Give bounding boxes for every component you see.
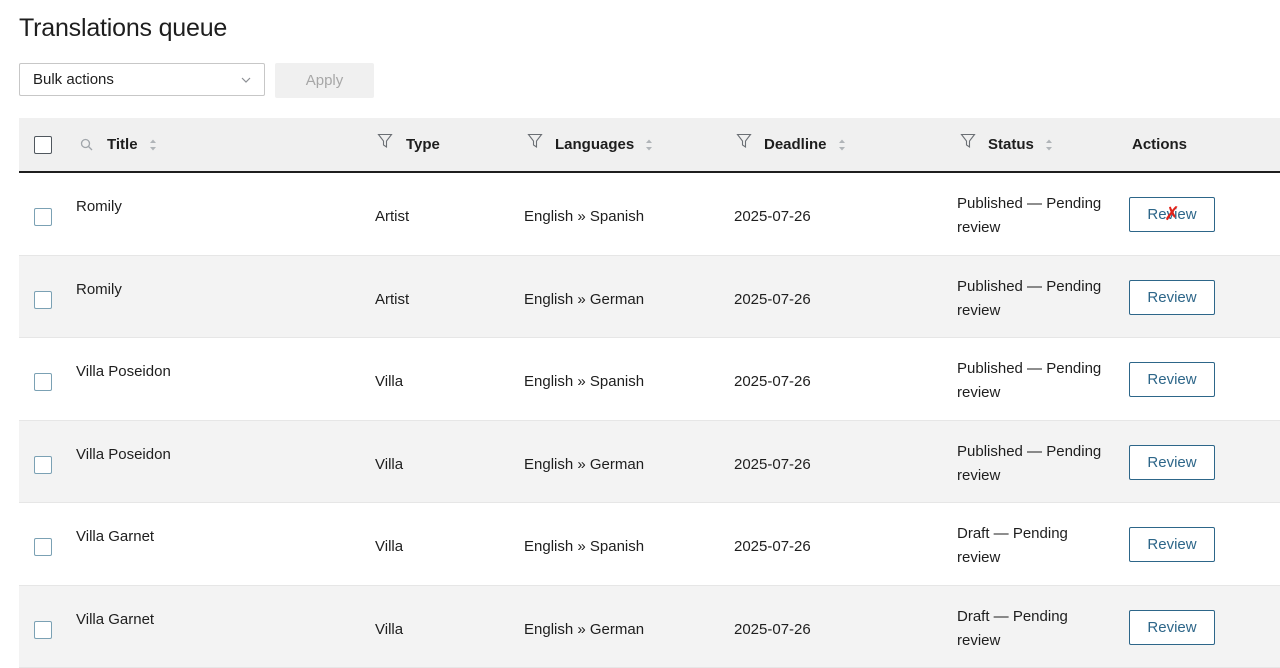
row-status: Draft — Pending review: [957, 605, 1087, 653]
chevron-down-icon: [240, 74, 252, 86]
row-status: Published — Pending review: [957, 440, 1117, 488]
review-button[interactable]: Review: [1129, 610, 1215, 645]
table-row: Villa Garnet Villa English » German 2025…: [19, 586, 1280, 668]
column-type-label: Type: [406, 136, 440, 153]
select-all-checkbox[interactable]: [34, 136, 52, 154]
filter-icon[interactable]: [527, 133, 543, 149]
row-status: Draft — Pending review: [957, 522, 1087, 570]
row-languages: English » German: [524, 291, 644, 308]
translations-table: Title Type Languages Deadline Status Act…: [19, 118, 1280, 668]
filter-icon[interactable]: [736, 133, 752, 149]
column-actions-label: Actions: [1132, 136, 1187, 153]
table-row: Villa Poseidon Villa English » German 20…: [19, 421, 1280, 504]
sort-icon[interactable]: [1044, 137, 1054, 153]
review-button[interactable]: Review: [1129, 362, 1215, 397]
column-title[interactable]: Title: [80, 118, 158, 171]
row-languages: English » Spanish: [524, 208, 644, 225]
row-status: Published — Pending review: [957, 357, 1117, 405]
apply-button[interactable]: Apply: [275, 63, 374, 98]
table-row: Villa Garnet Villa English » Spanish 202…: [19, 503, 1280, 586]
row-title[interactable]: Villa Garnet: [76, 611, 154, 628]
row-deadline: 2025-07-26: [734, 208, 811, 225]
row-type: Villa: [375, 373, 403, 390]
row-checkbox[interactable]: [34, 621, 52, 639]
column-title-label: Title: [107, 136, 138, 153]
filter-icon[interactable]: [960, 133, 976, 149]
row-checkbox[interactable]: [34, 538, 52, 556]
table-row: Romily Artist English » German 2025-07-2…: [19, 256, 1280, 339]
row-deadline: 2025-07-26: [734, 621, 811, 638]
row-languages: English » Spanish: [524, 538, 644, 555]
row-languages: English » German: [524, 456, 644, 473]
row-type: Villa: [375, 621, 403, 638]
review-button[interactable]: Review: [1129, 280, 1215, 315]
sort-icon[interactable]: [148, 137, 158, 153]
row-checkbox[interactable]: [34, 208, 52, 226]
review-button[interactable]: Review: [1129, 445, 1215, 480]
column-status[interactable]: Status: [960, 118, 1054, 171]
column-status-label: Status: [988, 136, 1034, 153]
column-deadline-label: Deadline: [764, 136, 827, 153]
row-deadline: 2025-07-26: [734, 373, 811, 390]
table-row: Villa Poseidon Villa English » Spanish 2…: [19, 338, 1280, 421]
row-type: Artist: [375, 291, 409, 308]
column-languages-label: Languages: [555, 136, 634, 153]
row-deadline: 2025-07-26: [734, 291, 811, 308]
table-row: Romily Artist English » Spanish 2025-07-…: [19, 173, 1280, 256]
row-languages: English » Spanish: [524, 373, 644, 390]
row-title[interactable]: Villa Garnet: [76, 528, 154, 545]
row-status: Published — Pending review: [957, 275, 1117, 323]
row-checkbox[interactable]: [34, 456, 52, 474]
row-status: Published — Pending review: [957, 192, 1117, 240]
row-deadline: 2025-07-26: [734, 456, 811, 473]
sort-icon[interactable]: [644, 137, 654, 153]
row-type: Villa: [375, 456, 403, 473]
row-title[interactable]: Villa Poseidon: [76, 363, 171, 380]
row-title[interactable]: Villa Poseidon: [76, 446, 171, 463]
row-type: Villa: [375, 538, 403, 555]
column-type[interactable]: Type: [377, 118, 440, 171]
row-checkbox[interactable]: [34, 373, 52, 391]
row-type: Artist: [375, 208, 409, 225]
filter-icon[interactable]: [377, 133, 393, 149]
row-languages: English » German: [524, 621, 644, 638]
column-deadline[interactable]: Deadline: [736, 118, 847, 171]
column-languages[interactable]: Languages: [527, 118, 654, 171]
row-checkbox[interactable]: [34, 291, 52, 309]
review-button[interactable]: Review: [1129, 527, 1215, 562]
page-title: Translations queue: [19, 14, 227, 43]
row-title[interactable]: Romily: [76, 281, 122, 298]
row-deadline: 2025-07-26: [734, 538, 811, 555]
bulk-actions-label: Bulk actions: [33, 71, 114, 88]
column-actions: Actions: [1132, 118, 1187, 171]
table-header: Title Type Languages Deadline Status Act…: [19, 118, 1280, 173]
bulk-actions-select[interactable]: Bulk actions: [19, 63, 265, 96]
sort-icon[interactable]: [837, 137, 847, 153]
row-title[interactable]: Romily: [76, 198, 122, 215]
search-icon[interactable]: [80, 138, 94, 152]
x-marker-icon: ✗: [1164, 203, 1180, 225]
